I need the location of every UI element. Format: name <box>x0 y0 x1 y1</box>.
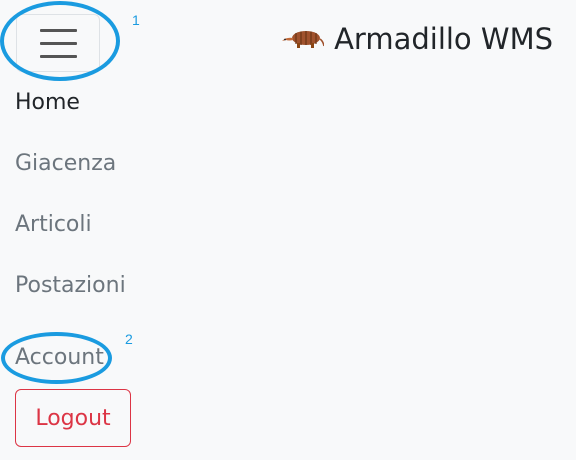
annotation-marker-1: 1 <box>132 12 140 28</box>
annotation-circle-1 <box>0 1 120 81</box>
brand-title: Armadillo WMS <box>334 22 553 56</box>
nav-item-giacenza[interactable]: Giacenza <box>15 151 116 176</box>
nav-item-postazioni[interactable]: Postazioni <box>15 273 126 298</box>
nav-item-articoli[interactable]: Articoli <box>15 212 92 237</box>
nav-item-home[interactable]: Home <box>15 90 80 115</box>
armadillo-icon <box>282 31 325 48</box>
annotation-circle-2 <box>1 332 112 384</box>
navbar-brand[interactable]: Armadillo WMS <box>280 22 553 56</box>
logout-button[interactable]: Logout <box>15 389 131 447</box>
annotation-marker-2: 2 <box>125 331 133 347</box>
